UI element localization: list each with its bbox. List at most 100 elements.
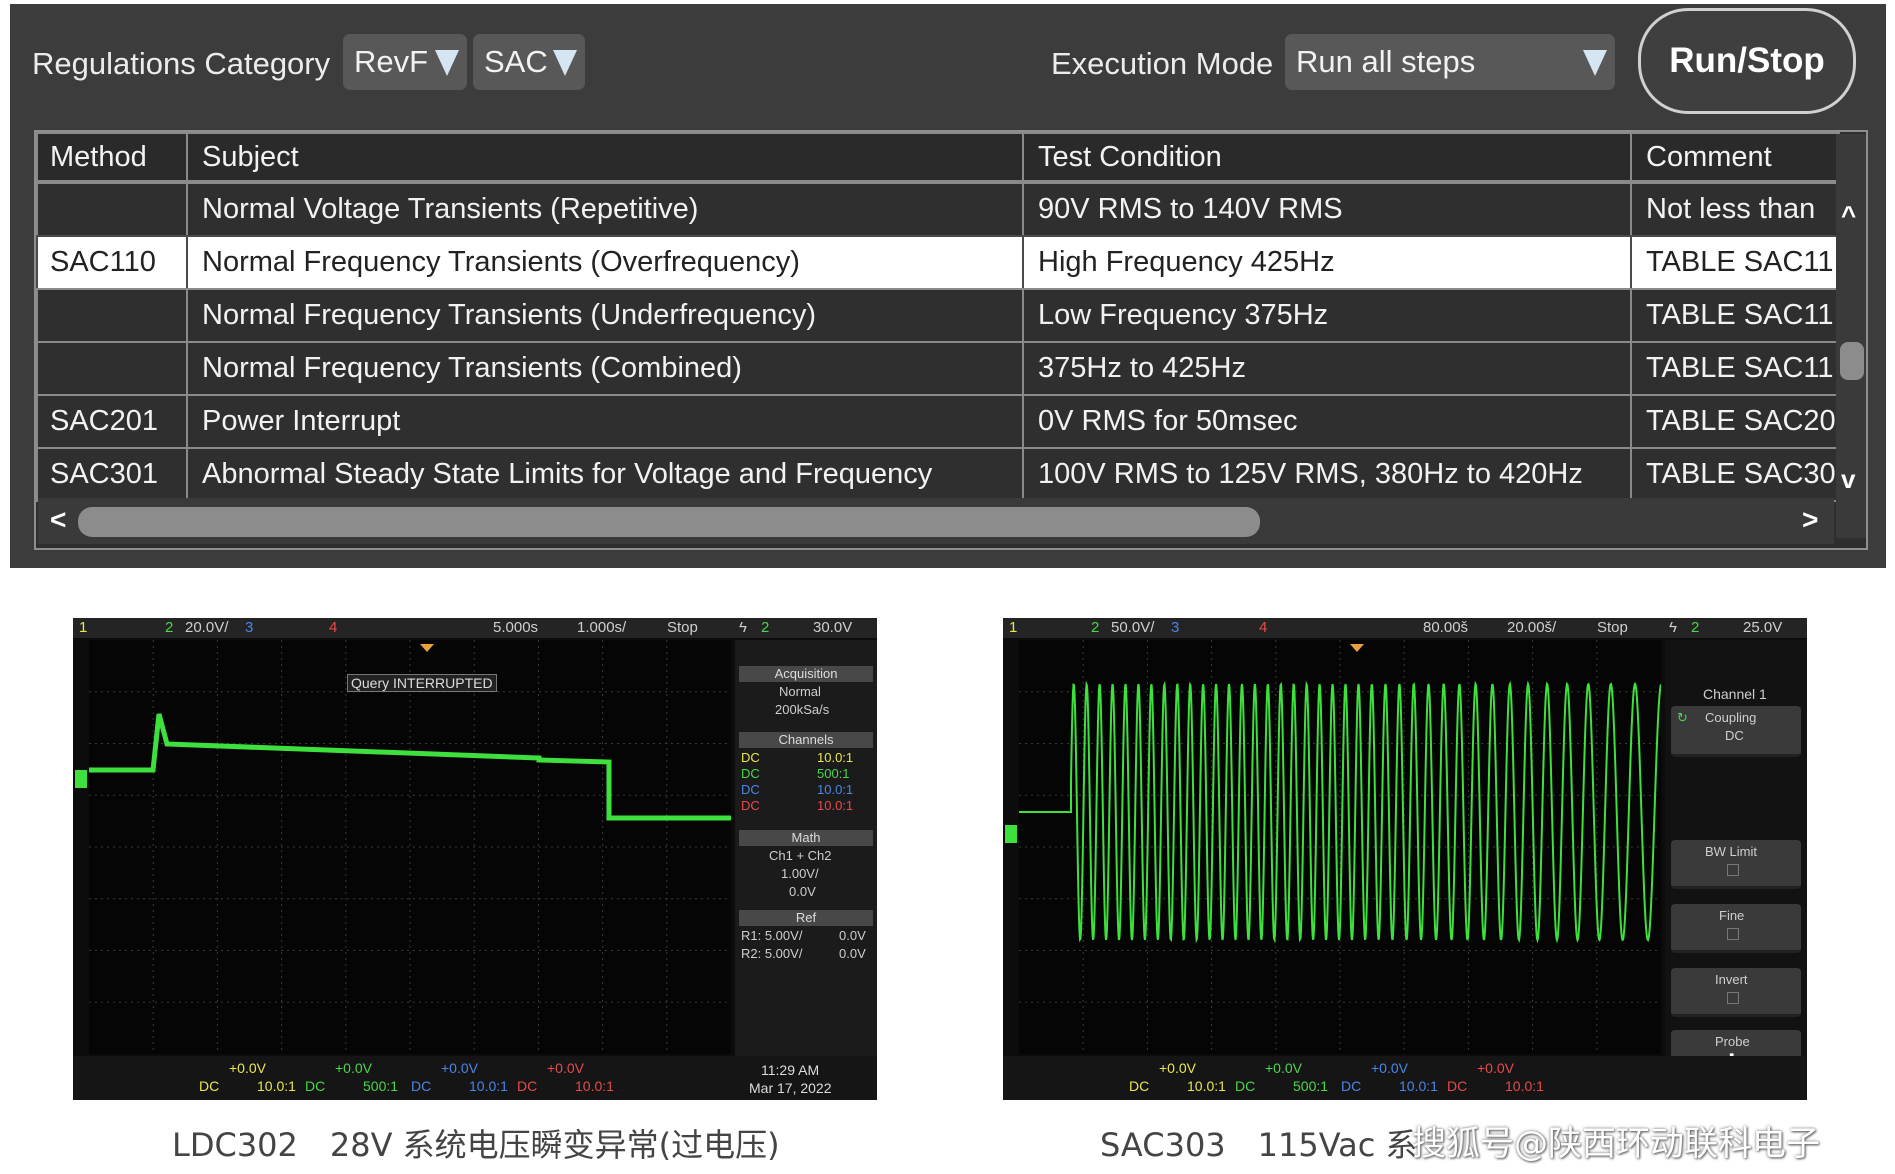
ch2-scale: 20.0V/ (185, 619, 229, 636)
math-header: Math (739, 830, 873, 846)
test-sequencer-panel: Regulations Category RevF SAC Execution … (10, 4, 1886, 568)
scroll-down-arrow[interactable]: v (1841, 464, 1855, 495)
table-cell-condition[interactable]: 375Hz to 425Hz (1022, 341, 1632, 396)
channel-coupling: DC (1447, 1078, 1468, 1094)
channel-offset: +0.0V (1371, 1060, 1408, 1076)
chevron-down-icon (435, 50, 459, 76)
channel-offset: +0.0V (441, 1060, 478, 1076)
chevron-down-icon (553, 50, 577, 76)
scope-channel-bar: +0.0V DC 10.0:1 +0.0V DC 500:1 +0.0V DC 10.0:1 +0… (73, 1056, 877, 1100)
channel-offset: +0.0V (547, 1060, 584, 1076)
math-offset: 0.0V (789, 884, 816, 899)
column-header-method[interactable]: Method (36, 132, 188, 182)
channel-menu-title: Channel 1 (1703, 686, 1767, 702)
ref-header: Ref (739, 910, 873, 926)
category-dropdown[interactable]: SAC (473, 34, 585, 90)
horizontal-scrollbar[interactable]: < > (38, 498, 1834, 544)
table-cell-comment[interactable]: TABLE SAC11 (1630, 341, 1840, 396)
probe-label: Probe (1715, 1034, 1750, 1049)
table-cell-subject[interactable]: Normal Frequency Transients (Combined) (186, 341, 1024, 396)
table-cell-method[interactable]: SAC110 (36, 235, 188, 290)
channel-offset: +0.0V (1477, 1060, 1514, 1076)
invert-softkey[interactable]: Invert (1671, 968, 1801, 1017)
scroll-left-arrow[interactable]: < (50, 504, 66, 536)
execution-mode-dropdown[interactable]: Run all steps (1285, 34, 1615, 90)
table-cell-subject[interactable]: Abnormal Steady State Limits for Voltage… (186, 447, 1024, 502)
run-stop-button[interactable]: Run/Stop (1638, 8, 1856, 114)
table-cell-method[interactable]: SAC201 (36, 394, 188, 449)
ch2-scale: 50.0V/ (1111, 619, 1155, 636)
horizontal-scroll-thumb[interactable] (78, 507, 1260, 537)
scope-status-bar: 1 2 20.0V/ 3 4 5.000s 1.000s/ Stop ϟ 2 3… (73, 618, 877, 638)
channel-coupling: DC (741, 766, 760, 781)
table-cell-method[interactable] (36, 182, 188, 237)
channel-probe-ratio: 10.0:1 (469, 1078, 508, 1094)
checkbox-icon (1727, 928, 1739, 940)
execution-mode-label: Execution Mode (1051, 46, 1274, 81)
channel-coupling: DC (741, 750, 760, 765)
bw-limit-label: BW Limit (1705, 844, 1757, 859)
ch4-indicator: 4 (329, 619, 338, 636)
table-cell-method[interactable] (36, 288, 188, 343)
table-cell-method[interactable] (36, 341, 188, 396)
query-interrupted-message: Query INTERRUPTED (347, 674, 497, 692)
table-cell-condition[interactable]: 100V RMS to 125V RMS, 380Hz to 420Hz (1022, 447, 1632, 502)
channel-probe-ratio: 10.0:1 (817, 782, 854, 797)
vertical-scrollbar[interactable]: ^ v (1836, 134, 1866, 538)
scroll-right-arrow[interactable]: > (1802, 504, 1818, 536)
fine-label: Fine (1719, 908, 1745, 923)
chevron-down-icon (1583, 50, 1607, 76)
channel-probe-ratio: 10.0:1 (1505, 1078, 1544, 1094)
table-cell-subject[interactable]: Power Interrupt (186, 394, 1024, 449)
table-cell-condition[interactable]: High Frequency 425Hz (1022, 235, 1632, 290)
channel-coupling: DC (741, 782, 760, 797)
rotate-knob-icon: ↻ (1677, 710, 1688, 725)
scroll-up-arrow[interactable]: ^ (1841, 200, 1856, 231)
table-cell-comment[interactable]: Not less than (1630, 182, 1840, 237)
column-header-comment[interactable]: Comment (1630, 132, 1840, 182)
table-cell-comment[interactable]: TABLE SAC11 (1630, 235, 1840, 290)
table-cell-subject[interactable]: Normal Frequency Transients (Underfreque… (186, 288, 1024, 343)
trigger-icon: ϟ (1669, 619, 1677, 636)
channel-probe-ratio: 500:1 (817, 766, 850, 781)
table-cell-condition[interactable]: 0V RMS for 50msec (1022, 394, 1632, 449)
table-cell-subject[interactable]: Normal Voltage Transients (Repetitive) (186, 182, 1024, 237)
table-cell-condition[interactable]: 90V RMS to 140V RMS (1022, 182, 1632, 237)
watermark-text: 搜狐号@陕西环动联科电子 (1412, 1124, 1820, 1164)
trigger-source: 2 (1691, 619, 1700, 636)
ref-r1: R1: 5.00V/ (741, 928, 803, 943)
channel-offset: +0.0V (229, 1060, 266, 1076)
column-header-test-condition[interactable]: Test Condition (1022, 132, 1632, 182)
channel-offset: +0.0V (1265, 1060, 1302, 1076)
waveform-display (89, 640, 731, 1054)
channel-coupling: DC (1341, 1078, 1362, 1094)
vertical-scroll-thumb[interactable] (1840, 342, 1864, 380)
table-cell-method[interactable]: SAC301 (36, 447, 188, 502)
coupling-softkey[interactable]: ↻ Coupling DC (1671, 706, 1801, 757)
timebase: 1.000s/ (577, 619, 627, 636)
sample-rate: 200kSa/s (775, 702, 830, 717)
revision-dropdown[interactable]: RevF (343, 34, 467, 90)
scope-side-panel: Acquisition Normal 200kSa/s Channels DC 1… (735, 640, 877, 1056)
caption-ldc302: LDC302 28V 系统电压瞬变异常(过电压) (172, 1126, 780, 1164)
channel-probe-ratio: 500:1 (363, 1078, 399, 1094)
channel-probe-ratio: 10.0:1 (817, 750, 854, 765)
scope-channel-bar: +0.0V DC 10.0:1 +0.0V DC 500:1 +0.0V DC 10.0:1 +0… (1003, 1056, 1807, 1100)
oscilloscope-screenshot-ldc302: 1 2 20.0V/ 3 4 5.000s 1.000s/ Stop ϟ 2 3… (73, 618, 877, 1100)
column-header-subject[interactable]: Subject (186, 132, 1024, 182)
ch4-indicator: 4 (1259, 619, 1268, 636)
table-cell-comment[interactable]: TABLE SAC30 (1630, 447, 1840, 502)
run-status: Stop (667, 619, 698, 636)
table-cell-comment[interactable]: TABLE SAC11 (1630, 288, 1840, 343)
table-cell-comment[interactable]: TABLE SAC20 (1630, 394, 1840, 449)
fine-softkey[interactable]: Fine (1671, 904, 1801, 953)
test-steps-table: Method Subject Test Condition Comment Normal… (34, 130, 1868, 550)
checkbox-icon (1727, 992, 1739, 1004)
table-cell-condition[interactable]: Low Frequency 375Hz (1022, 288, 1632, 343)
bw-limit-softkey[interactable]: BW Limit (1671, 840, 1801, 889)
ref-r2-offset: 0.0V (839, 946, 866, 961)
channel-coupling: DC (517, 1078, 538, 1094)
coupling-label: Coupling (1705, 710, 1757, 725)
table-cell-subject[interactable]: Normal Frequency Transients (Overfrequen… (186, 235, 1024, 290)
checkbox-icon (1727, 864, 1739, 876)
